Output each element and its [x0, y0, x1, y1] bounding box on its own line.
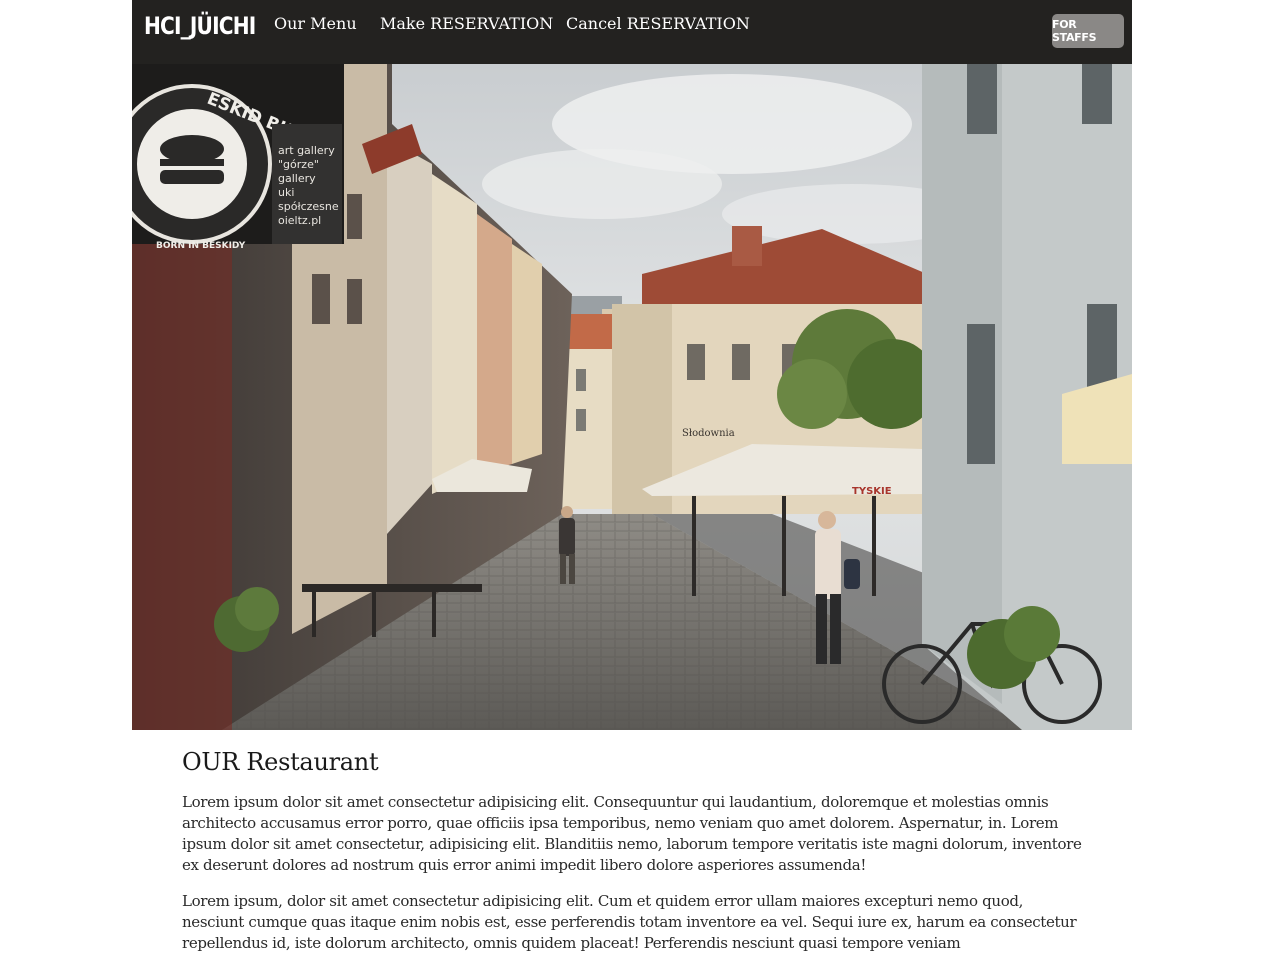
content-paragraph: Lorem ipsum, dolor sit amet consectetur …	[182, 892, 1077, 952]
nav-link-our-menu[interactable]: Our Menu	[274, 14, 357, 33]
street-scene-illustration: Słodownia ESKID BORN IN BESKIDY art gall…	[132, 64, 1132, 730]
shop-sign-text: Słodownia	[682, 428, 735, 439]
content-section: OUR Restaurant Lorem ipsum dolor sit ame…	[182, 748, 1082, 965]
page: HCI_JÜICHI Our Menu Make RESERVATION Can…	[132, 0, 1132, 965]
hero-image: Słodownia ESKID BORN IN BESKIDY art gall…	[132, 64, 1132, 730]
brand-logo[interactable]: HCI_JÜICHI	[144, 12, 256, 40]
nav-link-make-reservation[interactable]: Make RESERVATION	[380, 14, 553, 33]
nav-link-cancel-reservation[interactable]: Cancel RESERVATION	[566, 14, 750, 33]
navbar: HCI_JÜICHI Our Menu Make RESERVATION Can…	[132, 0, 1132, 64]
burger-sign-subtitle: BORN IN BESKIDY	[156, 241, 246, 251]
section-title: OUR Restaurant	[182, 748, 379, 776]
content-paragraph: Lorem ipsum dolor sit amet consectetur a…	[182, 793, 1082, 874]
umbrella-text: TYSKIE	[852, 486, 892, 497]
for-staffs-button[interactable]: FOR STAFFS	[1052, 14, 1124, 48]
